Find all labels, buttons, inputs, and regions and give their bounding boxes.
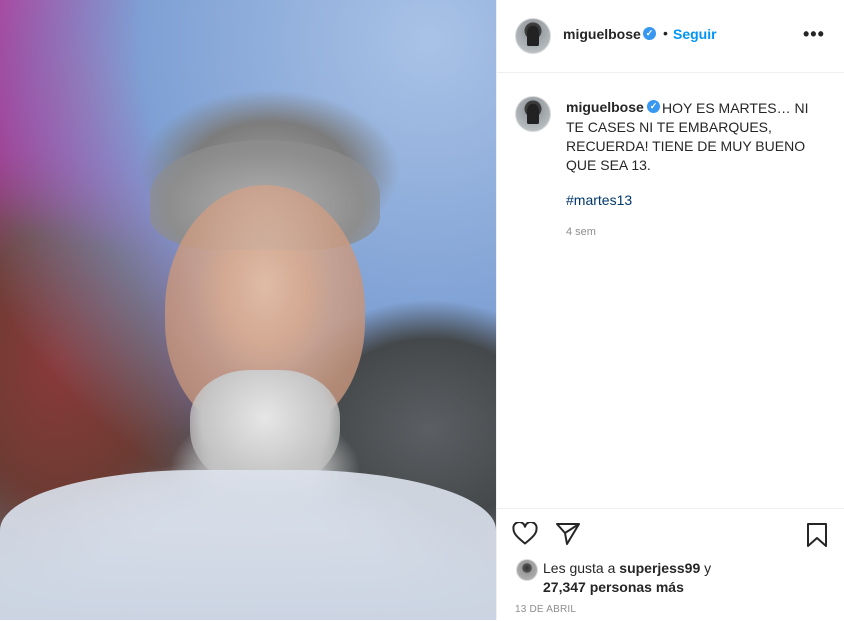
post-date[interactable]: 13 DE ABRIL xyxy=(515,604,576,615)
author-username[interactable]: miguelbose xyxy=(563,26,641,42)
post-header: miguelbose ✓ • Seguir ••• xyxy=(497,0,844,73)
paper-plane-icon[interactable] xyxy=(555,522,581,551)
likes-prefix: Les gusta a xyxy=(543,560,616,576)
likes-joiner: y xyxy=(704,560,712,576)
liker-username[interactable]: superjess99 xyxy=(619,560,700,576)
bookmark-icon[interactable] xyxy=(805,522,829,553)
caption-text: HOY ES MARTES… NI TE CASES NI TE EMBARQU… xyxy=(566,100,809,173)
likes-summary: Les gusta a superjess99 y 27,347 persona… xyxy=(543,559,833,597)
post-photo[interactable] xyxy=(0,0,496,620)
post-side-panel: miguelbose ✓ • Seguir ••• miguelbose ✓ H… xyxy=(496,0,844,620)
caption-author-avatar[interactable] xyxy=(515,96,551,132)
caption-text-block: HOY ES MARTES… NI TE CASES NI TE EMBARQU… xyxy=(566,99,821,175)
author-avatar[interactable] xyxy=(515,18,551,54)
verified-badge-icon: ✓ xyxy=(643,27,656,40)
photo-shirt xyxy=(0,470,496,620)
header-separator: • xyxy=(663,25,668,41)
heart-icon[interactable] xyxy=(512,521,538,551)
hashtag-link[interactable]: #martes13 xyxy=(566,192,632,208)
more-options-icon[interactable]: ••• xyxy=(803,24,825,45)
follow-button[interactable]: Seguir xyxy=(673,26,717,42)
post-time-ago[interactable]: 4 sem xyxy=(566,226,596,238)
liker-avatar[interactable] xyxy=(516,559,538,581)
likes-count[interactable]: 27,347 personas más xyxy=(543,579,684,595)
post-actions: Les gusta a superjess99 y 27,347 persona… xyxy=(497,508,844,621)
